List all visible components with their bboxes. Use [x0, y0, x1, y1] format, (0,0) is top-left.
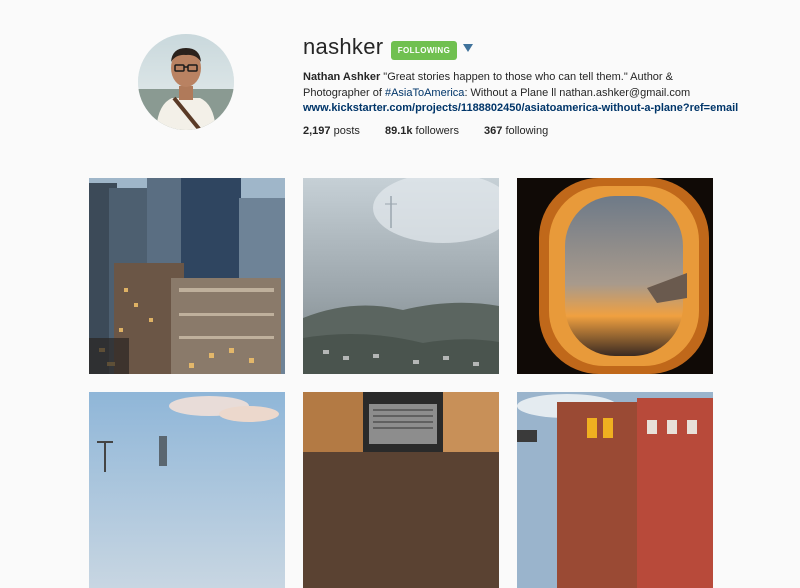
followers-label: followers [415, 125, 459, 137]
bio-text-part2: : Without a Plane ll nathan.ashker@gmail… [464, 86, 691, 99]
triangle-down-icon[interactable] [463, 44, 473, 52]
posts-stat: 2,197 posts [303, 125, 360, 137]
website-link[interactable]: www.kickstarter.com/projects/1188802450/… [303, 101, 738, 117]
followers-count: 89.1k [384, 125, 413, 137]
following-label: following [505, 125, 549, 137]
profile-username: nashker [303, 34, 384, 59]
profile-bio: Nathan Ashker "Great stories happen to t… [303, 70, 738, 117]
post-thumbnail-foggy-hills[interactable] [303, 178, 499, 374]
following-stat[interactable]: 367 following [484, 125, 548, 137]
profile-stats: 2,197 posts 89.1k followers 367 followin… [303, 125, 570, 137]
post-thumbnail-city-buildings[interactable] [89, 178, 285, 374]
posts-count: 2,197 [303, 125, 331, 137]
post-thumbnail-airplane-window[interactable] [517, 178, 713, 374]
post-thumbnail-street-traffic-light[interactable] [517, 392, 713, 588]
post-thumbnail-camera-lens[interactable] [303, 392, 499, 588]
post-thumbnail-sky-skyline[interactable] [89, 392, 285, 588]
profile-full-name: Nathan Ashker [303, 71, 381, 83]
following-count: 367 [484, 125, 503, 137]
hashtag-link[interactable]: #AsiaToAmerica [385, 87, 464, 99]
following-button[interactable]: FOLLOWING [391, 41, 457, 60]
posts-label: posts [333, 125, 360, 137]
profile-avatar[interactable] [138, 34, 234, 130]
followers-stat[interactable]: 89.1k followers [385, 125, 459, 137]
